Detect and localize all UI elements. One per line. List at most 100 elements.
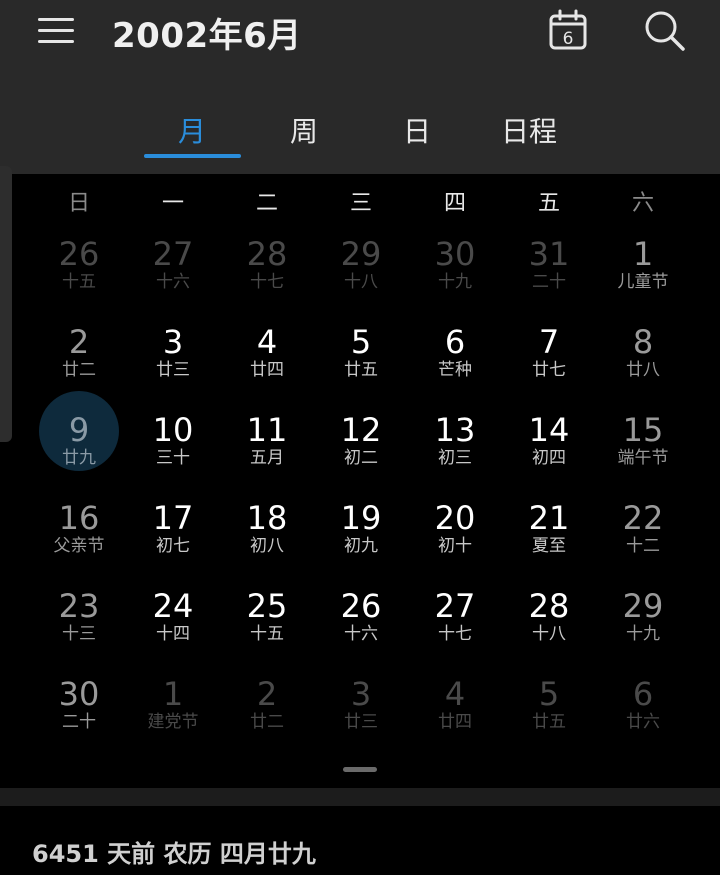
day-cell[interactable]: 5 廿五 [314, 324, 408, 412]
tab-week[interactable]: 周 [254, 110, 354, 150]
tab-month[interactable]: 月 [142, 110, 242, 150]
day-number: 15 [622, 411, 664, 449]
day-cell[interactable]: 27 十六 [126, 236, 220, 324]
day-cell[interactable]: 31 二十 [502, 236, 596, 324]
day-cell[interactable]: 13 初三 [408, 412, 502, 500]
day-cell[interactable]: 22 十二 [596, 500, 690, 588]
lunar-date: 十六 [344, 624, 378, 644]
day-cell-selected[interactable]: 9 廿九 [32, 391, 126, 500]
weekday-fri: 五 [537, 191, 560, 216]
lunar-date: 初八 [250, 536, 284, 556]
day-number: 25 [246, 587, 288, 625]
day-cell[interactable]: 26 十五 [32, 236, 126, 324]
day-cell[interactable]: 5 廿五 [502, 676, 596, 764]
lunar-date: 廿八 [626, 360, 660, 380]
lunar-date: 廿九 [62, 448, 96, 468]
day-cell[interactable]: 29 十八 [314, 236, 408, 324]
day-cell[interactable]: 18 初八 [220, 500, 314, 588]
day-cell[interactable]: 28 十七 [220, 236, 314, 324]
app-header: 2002年6月 6 月 周 日 日程 [0, 0, 720, 174]
calendar-today-icon[interactable]: 6 [548, 8, 590, 52]
day-number: 30 [434, 235, 476, 273]
day-cell[interactable]: 3 廿三 [314, 676, 408, 764]
tab-agenda[interactable]: 日程 [479, 110, 579, 150]
day-number: 26 [58, 235, 100, 273]
day-cell[interactable]: 24 十四 [126, 588, 220, 676]
side-scroll-indicator[interactable] [0, 166, 12, 442]
day-cell[interactable]: 29 十九 [596, 588, 690, 676]
month-grid: 26 十五 27 十六 28 十七 29 十八 30 十九 31 二十 1 儿童节 2 廿二 3 廿三 4 廿四 5 廿五… [32, 236, 692, 764]
lunar-date: 廿七 [532, 360, 566, 380]
day-number: 13 [434, 411, 476, 449]
day-number: 12 [340, 411, 382, 449]
lunar-date: 十四 [156, 624, 190, 644]
day-number: 16 [58, 499, 100, 537]
day-cell[interactable]: 28 十八 [502, 588, 596, 676]
day-number: 29 [340, 235, 382, 273]
day-number: 27 [152, 235, 194, 273]
day-number: 19 [340, 499, 382, 537]
day-cell[interactable]: 16 父亲节 [32, 500, 126, 588]
day-cell[interactable]: 11 五月 [220, 412, 314, 500]
day-number: 2 [256, 675, 278, 713]
day-number: 17 [152, 499, 194, 537]
lunar-date: 初七 [156, 536, 190, 556]
lunar-date: 十六 [156, 272, 190, 292]
day-number: 30 [58, 675, 100, 713]
drag-handle[interactable] [343, 767, 377, 772]
lunar-date: 初九 [344, 536, 378, 556]
day-number: 3 [350, 675, 372, 713]
day-cell[interactable]: 14 初四 [502, 412, 596, 500]
lunar-date: 初二 [344, 448, 378, 468]
day-cell[interactable]: 21 夏至 [502, 500, 596, 588]
day-number: 10 [152, 411, 194, 449]
day-cell[interactable]: 4 廿四 [220, 324, 314, 412]
day-number: 20 [434, 499, 476, 537]
day-cell[interactable]: 6 廿六 [596, 676, 690, 764]
day-cell[interactable]: 30 二十 [32, 676, 126, 764]
day-cell[interactable]: 7 廿七 [502, 324, 596, 412]
day-cell[interactable]: 1 建党节 [126, 676, 220, 764]
day-number: 29 [622, 587, 664, 625]
lunar-date: 十九 [626, 624, 660, 644]
lunar-date: 廿五 [532, 712, 566, 732]
tab-day[interactable]: 日 [367, 110, 467, 150]
weekday-wed: 三 [349, 191, 372, 216]
day-cell[interactable]: 20 初十 [408, 500, 502, 588]
day-cell[interactable]: 30 十九 [408, 236, 502, 324]
day-cell[interactable]: 23 十三 [32, 588, 126, 676]
lunar-date: 廿四 [250, 360, 284, 380]
day-number: 24 [152, 587, 194, 625]
lunar-date: 廿三 [344, 712, 378, 732]
search-icon[interactable] [642, 8, 688, 54]
day-number: 6 [444, 323, 466, 361]
lunar-date: 十二 [626, 536, 660, 556]
day-cell[interactable]: 1 儿童节 [596, 236, 690, 324]
day-cell[interactable]: 12 初二 [314, 412, 408, 500]
day-number: 22 [622, 499, 664, 537]
day-cell[interactable]: 26 十六 [314, 588, 408, 676]
day-number: 28 [246, 235, 288, 273]
day-cell[interactable]: 17 初七 [126, 500, 220, 588]
lunar-date: 廿三 [156, 360, 190, 380]
day-cell[interactable]: 19 初九 [314, 500, 408, 588]
day-cell[interactable]: 8 廿八 [596, 324, 690, 412]
day-cell[interactable]: 4 廿四 [408, 676, 502, 764]
weekday-header-row: 日 一 二 三 四 五 六 [32, 185, 692, 216]
day-cell[interactable]: 6 芒种 [408, 324, 502, 412]
day-number: 4 [256, 323, 278, 361]
day-number: 1 [632, 235, 654, 273]
lunar-date: 夏至 [532, 536, 566, 556]
lunar-date: 廿六 [626, 712, 660, 732]
weekday-sat: 六 [631, 191, 654, 216]
day-cell[interactable]: 27 十七 [408, 588, 502, 676]
day-cell[interactable]: 10 三十 [126, 412, 220, 500]
menu-icon[interactable] [38, 16, 76, 46]
day-number: 3 [162, 323, 184, 361]
day-cell[interactable]: 2 廿二 [220, 676, 314, 764]
day-cell[interactable]: 15 端午节 [596, 412, 690, 500]
page-title[interactable]: 2002年6月 [112, 8, 302, 57]
day-cell[interactable]: 3 廿三 [126, 324, 220, 412]
lunar-date: 廿四 [438, 712, 472, 732]
day-cell[interactable]: 25 十五 [220, 588, 314, 676]
